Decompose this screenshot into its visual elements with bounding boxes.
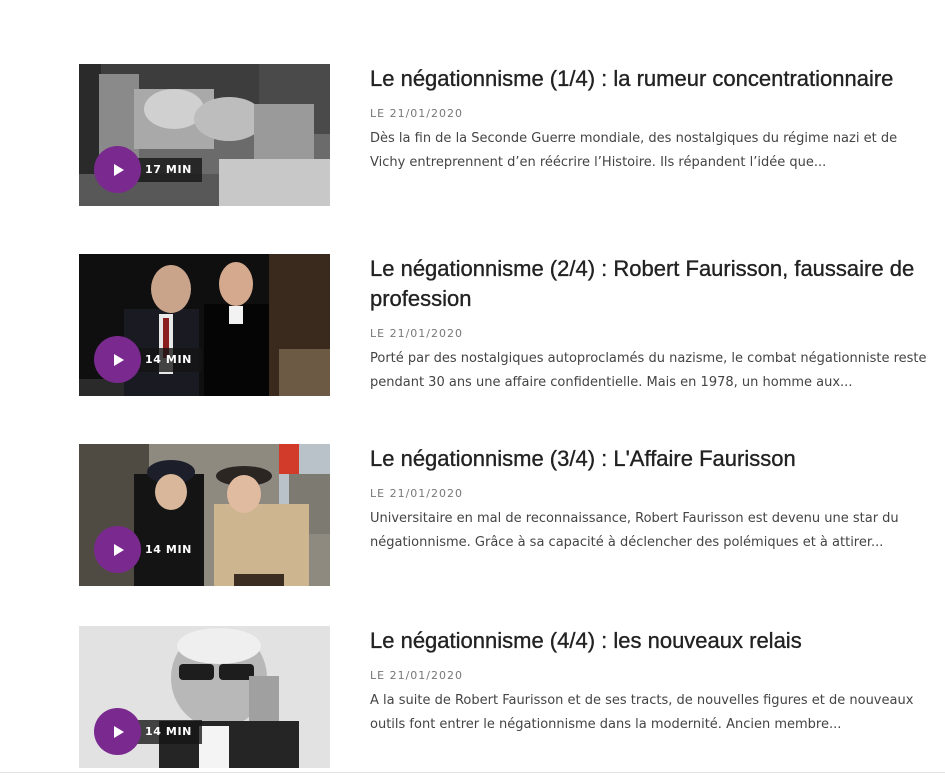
episode-card: 14 MIN Le négationnisme (3/4) : L'Affair… [79, 444, 929, 586]
episode-title[interactable]: Le négationnisme (2/4) : Robert Faurisso… [370, 254, 929, 314]
duration-badge: 14 MIN [135, 537, 202, 562]
play-icon [113, 163, 124, 176]
episode-title[interactable]: Le négationnisme (1/4) : la rumeur conce… [370, 64, 929, 94]
episode-thumbnail[interactable]: 14 MIN [79, 254, 330, 396]
play-control[interactable]: 14 MIN [94, 708, 202, 755]
episode-info: Le négationnisme (1/4) : la rumeur conce… [370, 64, 929, 175]
duration-badge: 17 MIN [135, 157, 202, 182]
play-button[interactable] [94, 336, 141, 383]
play-control[interactable]: 14 MIN [94, 526, 202, 573]
episode-thumbnail[interactable]: 14 MIN [79, 626, 330, 768]
episode-thumbnail[interactable]: 17 MIN [79, 64, 330, 206]
play-control[interactable]: 14 MIN [94, 336, 202, 383]
episode-description: Porté par des nostalgiques autoproclamés… [370, 351, 927, 390]
play-button[interactable] [94, 146, 141, 193]
episode-date: LE 21/01/2020 [370, 327, 463, 340]
episode-card: 14 MIN Le négationnisme (4/4) : les nouv… [79, 626, 929, 768]
play-button[interactable] [94, 526, 141, 573]
play-icon [113, 543, 124, 556]
play-icon [113, 353, 124, 366]
episode-card: 14 MIN Le négationnisme (2/4) : Robert F… [79, 254, 929, 396]
episode-date: LE 21/01/2020 [370, 487, 463, 500]
episode-thumbnail[interactable]: 14 MIN [79, 444, 330, 586]
divider [0, 772, 945, 773]
episode-card: 17 MIN Le négationnisme (1/4) : la rumeu… [79, 64, 929, 206]
episode-info: Le négationnisme (2/4) : Robert Faurisso… [370, 254, 929, 395]
play-icon [113, 725, 124, 738]
episode-info: Le négationnisme (3/4) : L'Affaire Fauri… [370, 444, 929, 555]
episode-title[interactable]: Le négationnisme (3/4) : L'Affaire Fauri… [370, 444, 929, 474]
episode-date: LE 21/01/2020 [370, 107, 463, 120]
play-control[interactable]: 17 MIN [94, 146, 202, 193]
duration-badge: 14 MIN [135, 347, 202, 372]
episode-description: Universitaire en mal de reconnaissance, … [370, 511, 899, 550]
episode-description: Dès la fin de la Seconde Guerre mondiale… [370, 131, 898, 170]
duration-badge: 14 MIN [135, 719, 202, 744]
episode-info: Le négationnisme (4/4) : les nouveaux re… [370, 626, 929, 737]
episode-title[interactable]: Le négationnisme (4/4) : les nouveaux re… [370, 626, 929, 656]
play-button[interactable] [94, 708, 141, 755]
episode-description: A la suite de Robert Faurisson et de ses… [370, 693, 914, 732]
episode-date: LE 21/01/2020 [370, 669, 463, 682]
